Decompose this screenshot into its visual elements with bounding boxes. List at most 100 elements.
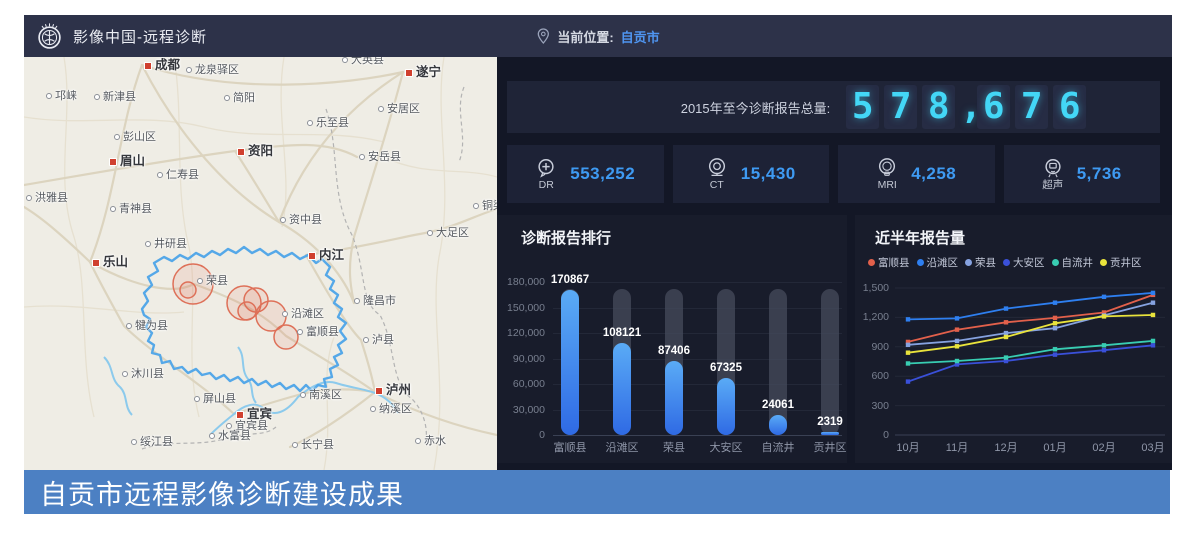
- stat-value: 4,258: [911, 164, 956, 184]
- app-logo-icon: [36, 23, 63, 50]
- counter-digit: 5: [846, 85, 879, 129]
- data-point: [1053, 316, 1057, 320]
- stat-card-CT: CT15,430: [673, 145, 830, 203]
- data-point: [1053, 347, 1057, 351]
- counter-digit: 6: [977, 85, 1010, 129]
- bar-chart: 030,00060,00090,000120,000150,000180,000…: [497, 215, 847, 463]
- x-axis-tick: 11月: [931, 442, 983, 455]
- map-place-label: 南溪区: [300, 389, 342, 402]
- bar-自流井: [769, 415, 787, 435]
- footer-banner: 自贡市远程影像诊断建设成果: [24, 470, 1170, 514]
- total-reports-counter: 578,676: [846, 85, 1086, 129]
- map-place-label: 荣县: [197, 275, 228, 288]
- map-place-label: 沿滩区: [282, 308, 324, 321]
- dr-device-icon: [535, 157, 557, 179]
- counter-digit: 7: [884, 85, 917, 129]
- map-place-label: 泸县: [363, 334, 394, 347]
- y-axis-tick: 120,000: [497, 327, 545, 339]
- x-axis-tick: 富顺县: [544, 442, 596, 455]
- map-place-marker-icon: [46, 93, 52, 99]
- bar-value-label: 67325: [696, 362, 756, 374]
- data-point: [1053, 326, 1057, 330]
- map-place-marker-icon: [92, 259, 100, 267]
- line-chart: 03006009001,2001,50010月11月12月01月02月03月: [855, 215, 1172, 463]
- x-axis-tick: 大安区: [700, 442, 752, 455]
- report-volume-bubble: [238, 302, 256, 320]
- x-axis-tick: 12月: [980, 442, 1032, 455]
- line-series-自流井: [908, 341, 1153, 364]
- x-axis-tick: 沿滩区: [596, 442, 648, 455]
- stat-value: 553,252: [570, 164, 635, 184]
- map-place-label: 资阳: [237, 145, 273, 158]
- y-axis-tick: 900: [855, 341, 889, 353]
- data-point: [955, 339, 959, 343]
- data-point: [955, 316, 959, 320]
- stat-card-超声: 超声5,736: [1004, 145, 1161, 203]
- data-point: [906, 350, 910, 354]
- map-place-marker-icon: [415, 438, 421, 444]
- gridline: [553, 308, 842, 309]
- bar-value-label: 87406: [644, 345, 704, 357]
- modality-stat-cards: DR553,252CT15,430MRI4,258超声5,736: [507, 145, 1160, 203]
- map-place-label: 长宁县: [292, 439, 334, 452]
- map-place-label: 内江: [308, 249, 344, 262]
- map-place-label: 大足区: [427, 227, 469, 240]
- data-point: [1102, 343, 1106, 347]
- map-place-label: 遂宁: [405, 66, 441, 79]
- data-point: [1151, 339, 1155, 343]
- map-place-marker-icon: [370, 406, 376, 412]
- bar-track: [769, 289, 787, 435]
- map-place-marker-icon: [359, 154, 365, 160]
- y-axis-tick: 150,000: [497, 302, 545, 314]
- gridline: [553, 384, 842, 385]
- map-place-marker-icon: [307, 120, 313, 126]
- data-point: [1151, 291, 1155, 295]
- map-place-label: 资中县: [280, 214, 322, 227]
- map-place-marker-icon: [209, 433, 215, 439]
- map-place-label: 安居区: [378, 103, 420, 116]
- counter-digit: 6: [1053, 85, 1086, 129]
- map-place-label: 新津县: [94, 91, 136, 104]
- data-point: [1102, 295, 1106, 299]
- data-point: [906, 379, 910, 383]
- location-value-link[interactable]: 自贡市: [621, 27, 660, 46]
- map-place-marker-icon: [194, 396, 200, 402]
- map-place-marker-icon: [224, 95, 230, 101]
- top-bar: 影像中国-远程诊断 当前位置: 自贡市: [24, 15, 1172, 57]
- bar-chart-section: 诊断报告排行 030,00060,00090,000120,000150,000…: [497, 215, 847, 463]
- map-place-label: 青神县: [110, 203, 152, 216]
- bar-贡井区: [821, 432, 839, 436]
- y-axis-tick: 0: [497, 429, 545, 441]
- map-place-marker-icon: [405, 69, 413, 77]
- map-place-label: 乐山: [92, 256, 128, 269]
- map-panel[interactable]: 成都龙泉驿区邛崃新津县简阳大英县遂宁安居区乐至县安岳县彭山区眉山资阳仁寿县洪雅县…: [24, 57, 497, 470]
- y-axis-tick: 180,000: [497, 276, 545, 288]
- map-place-label: 水富县: [209, 430, 251, 443]
- y-axis-tick: 1,500: [855, 282, 889, 294]
- dashboard: 影像中国-远程诊断 当前位置: 自贡市: [0, 0, 1189, 536]
- map-place-label: 沐川县: [122, 368, 164, 381]
- location-pin-icon: [536, 28, 550, 44]
- map-place-marker-icon: [280, 217, 286, 223]
- map-place-marker-icon: [308, 252, 316, 260]
- map-place-label: 安岳县: [359, 151, 401, 164]
- map-place-marker-icon: [197, 278, 203, 284]
- data-point: [1151, 313, 1155, 317]
- map-place-marker-icon: [186, 67, 192, 73]
- x-axis-tick: 10月: [882, 442, 934, 455]
- total-reports-box: 2015年至今诊断报告总量: 578,676: [507, 81, 1160, 133]
- data-point: [955, 344, 959, 348]
- data-point: [955, 327, 959, 331]
- bar-value-label: 108121: [592, 327, 652, 339]
- map-place-marker-icon: [144, 62, 152, 70]
- line-chart-section: 近半年报告量 富顺县沿滩区荣县大安区自流井贡井区 03006009001,200…: [855, 215, 1172, 463]
- data-point: [906, 343, 910, 347]
- current-location: 当前位置: 自贡市: [536, 15, 659, 57]
- map-place-marker-icon: [427, 230, 433, 236]
- map-place-marker-icon: [122, 371, 128, 377]
- ultrasound-icon: [1042, 157, 1064, 179]
- map-place-marker-icon: [131, 439, 137, 445]
- map-place-marker-icon: [282, 311, 288, 317]
- x-axis-tick: 荣县: [648, 442, 700, 455]
- bar-value-label: 2319: [800, 416, 860, 428]
